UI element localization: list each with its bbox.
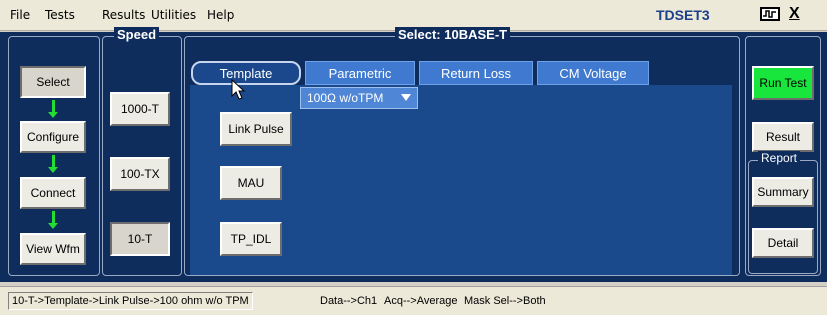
detail-button[interactable]: Detail — [752, 228, 814, 258]
connect-nav-button[interactable]: Connect — [20, 177, 86, 209]
flow-arrow-icon — [48, 155, 58, 173]
menu-tests[interactable]: Tests — [45, 8, 75, 22]
dropdown-value: 100Ω w/oTPM — [307, 91, 384, 105]
close-button[interactable]: X — [789, 5, 800, 23]
menu-help[interactable]: Help — [207, 8, 234, 22]
impedance-dropdown[interactable]: 100Ω w/oTPM — [300, 87, 418, 109]
tab-parametric[interactable]: Parametric — [305, 61, 415, 85]
select-group-title: Select: 10BASE-T — [395, 27, 511, 42]
tab-return-loss[interactable]: Return Loss — [419, 61, 533, 85]
waveform-icon — [763, 10, 776, 18]
flow-arrow-icon — [48, 211, 58, 229]
menu-utilities[interactable]: Utilities — [151, 8, 196, 22]
status-mask: Mask Sel-->Both — [464, 295, 546, 307]
tab-strip-filler — [652, 61, 732, 85]
mau-button[interactable]: MAU — [220, 166, 282, 200]
status-path: 10-T->Template->Link Pulse->100 ohm w/o … — [8, 292, 253, 310]
menu-results[interactable]: Results — [102, 8, 145, 22]
report-group-title: Report — [758, 151, 801, 165]
select-nav-button[interactable]: Select — [20, 66, 86, 98]
speed-1000t-button[interactable]: 1000-T — [110, 92, 170, 126]
view-wfm-nav-button[interactable]: View Wfm — [20, 233, 86, 265]
result-button[interactable]: Result — [752, 122, 814, 152]
dropdown-arrow-icon — [401, 94, 411, 101]
run-test-button[interactable]: Run Test — [752, 66, 814, 100]
waveform-logo-icon — [760, 7, 780, 21]
tp-idl-button[interactable]: TP_IDL — [220, 222, 282, 256]
menu-file[interactable]: File — [10, 8, 30, 22]
link-pulse-button[interactable]: Link Pulse — [220, 112, 292, 146]
status-acq: Acq-->Average — [384, 295, 458, 307]
app-title: TDSET3 — [656, 7, 710, 23]
status-data: Data-->Ch1 — [320, 295, 378, 307]
speed-group-title: Speed — [114, 27, 160, 42]
flow-arrow-icon — [48, 100, 58, 118]
speed-100tx-button[interactable]: 100-TX — [110, 157, 170, 191]
status-bar: 10-T->Template->Link Pulse->100 ohm w/o … — [0, 286, 827, 315]
configure-nav-button[interactable]: Configure — [20, 121, 86, 153]
speed-10t-button[interactable]: 10-T — [110, 222, 170, 256]
tab-cm-voltage[interactable]: CM Voltage — [537, 61, 649, 85]
main-panel: Select Configure Connect View Wfm Speed … — [0, 27, 827, 282]
summary-button[interactable]: Summary — [752, 177, 814, 207]
mouse-pointer-icon — [231, 79, 246, 100]
